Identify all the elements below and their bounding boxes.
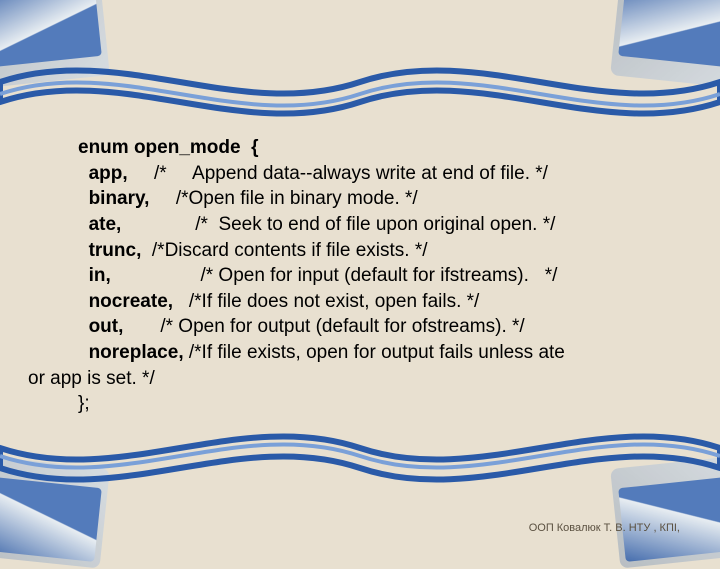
spacer — [78, 265, 89, 286]
spacer — [78, 316, 89, 337]
spacer — [78, 163, 89, 184]
enum-line-out: out, /* Open for output (default for ofs… — [78, 314, 692, 340]
enum-line-in: in, /* Open for input (default for ifstr… — [78, 263, 692, 289]
spacer — [78, 291, 89, 312]
decorative-monitor-tl — [0, 0, 110, 89]
footer-attribution: ООП Ковалюк Т. В. НТУ , КПІ, — [529, 522, 680, 534]
decorative-monitor-tr — [610, 0, 720, 89]
identifier: trunc, — [89, 240, 142, 261]
code-block: enum open_mode { app, /* Append data--al… — [28, 135, 692, 417]
enum-line-noreplace: noreplace, /*If file exists, open for ou… — [78, 340, 692, 366]
identifier: binary, — [89, 188, 150, 209]
comment: /*Discard contents if file exists. */ — [141, 240, 427, 261]
enum-line-app: app, /* Append data--always write at end… — [78, 161, 692, 187]
comment: /* Append data--always write at end of f… — [128, 163, 548, 184]
enum-line-nocreate: nocreate, /*If file does not exist, open… — [78, 289, 692, 315]
enum-line-binary: binary, /*Open file in binary mode. */ — [78, 186, 692, 212]
identifier: app, — [89, 163, 128, 184]
spacer — [78, 342, 89, 363]
enum-keyword: enum — [78, 137, 134, 158]
enum-line-ate: ate, /* Seek to end of file upon origina… — [78, 212, 692, 238]
enum-name: open_mode { — [134, 137, 259, 158]
identifier: out, — [89, 316, 124, 337]
identifier: in, — [89, 265, 111, 286]
comment: /* Open for input (default for ifstreams… — [111, 265, 558, 286]
identifier: nocreate, — [89, 291, 173, 312]
spacer — [78, 214, 89, 235]
spacer — [78, 240, 89, 261]
comment: /*Open file in binary mode. */ — [149, 188, 417, 209]
enum-declaration: enum open_mode { — [78, 135, 692, 161]
identifier: noreplace, — [89, 342, 184, 363]
decorative-monitor-bl — [0, 455, 110, 568]
enum-line-trunc: trunc, /*Discard contents if file exists… — [78, 238, 692, 264]
identifier: ate, — [89, 214, 122, 235]
comment: /* Open for output (default for ofstream… — [123, 316, 524, 337]
enum-line-tail: or app is set. */ — [28, 366, 692, 392]
comment: /*If file exists, open for output fails … — [184, 342, 565, 363]
decorative-monitor-br — [610, 455, 720, 568]
comment: /* Seek to end of file upon original ope… — [121, 214, 555, 235]
close-brace: }; — [78, 391, 692, 417]
brace: }; — [78, 393, 90, 414]
comment: /*If file does not exist, open fails. */ — [173, 291, 479, 312]
spacer — [78, 188, 89, 209]
